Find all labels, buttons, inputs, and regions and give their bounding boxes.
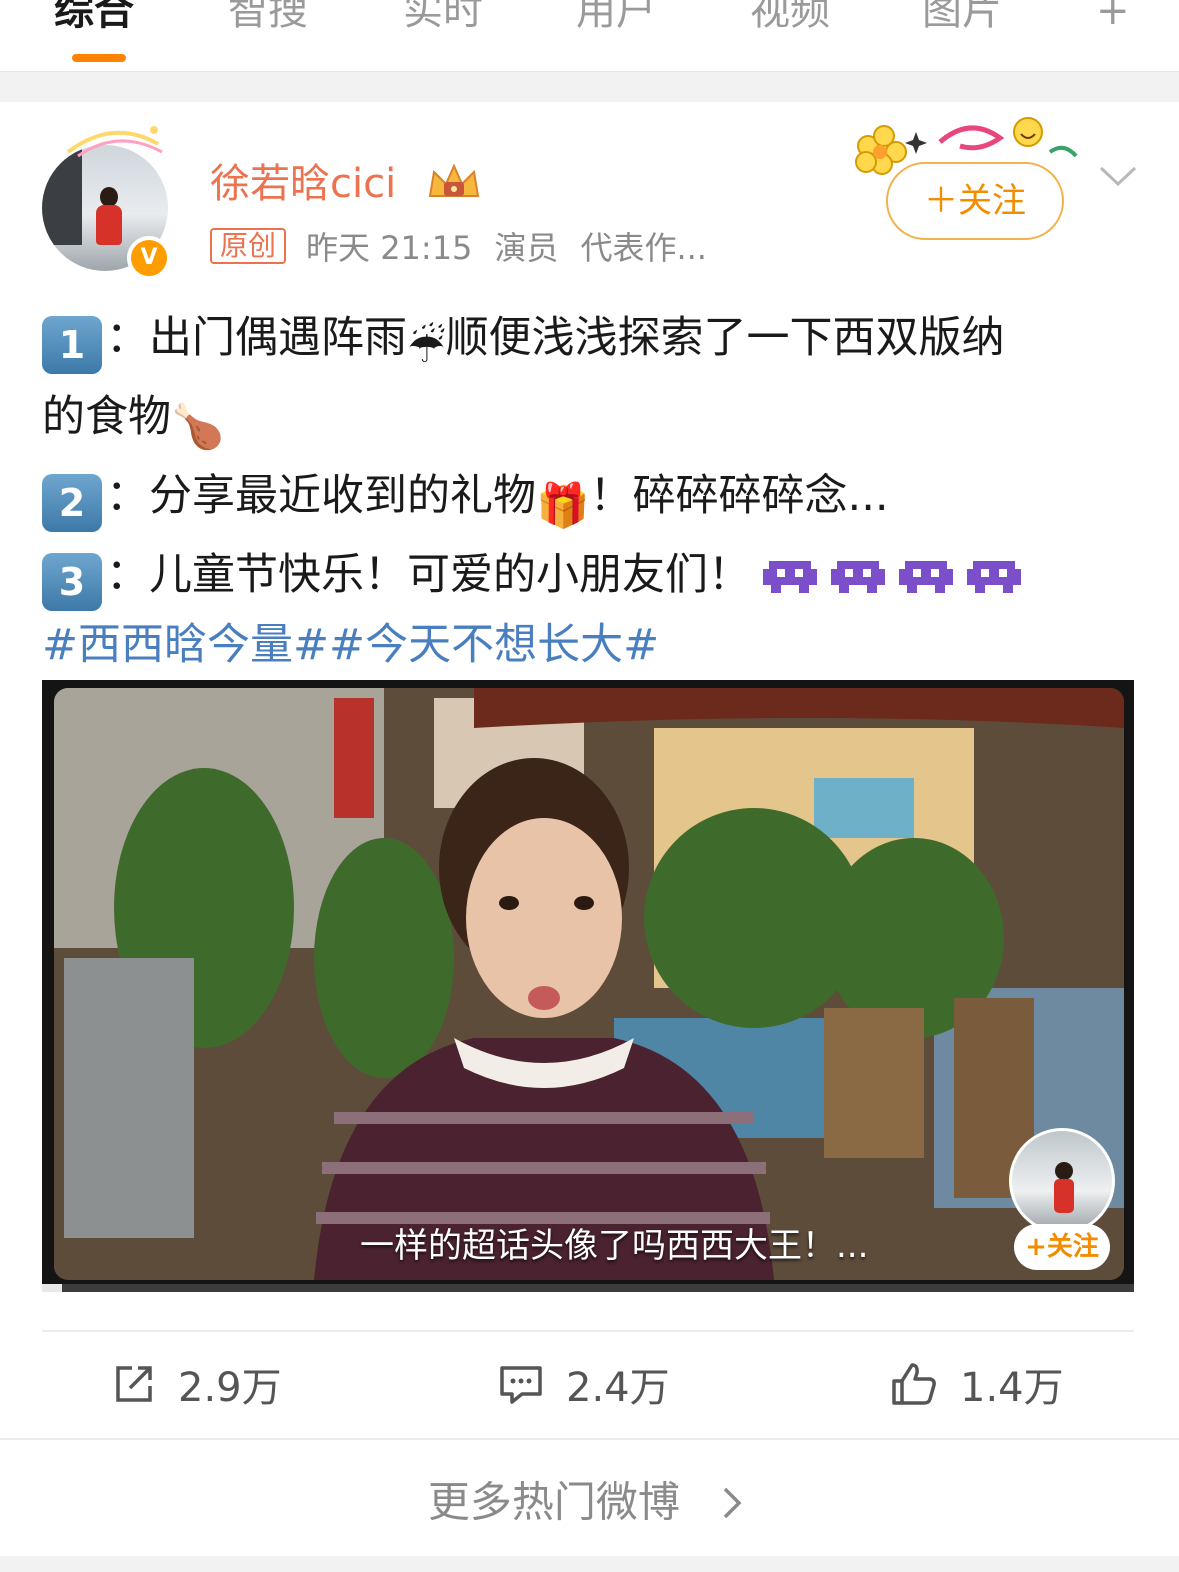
follow-button[interactable]: ＋关注 — [886, 162, 1064, 240]
post-line-3-text: ：儿童节快乐！可爱的小朋友们！ — [106, 550, 751, 600]
video-frame[interactable]: 一样的超话头像了吗西西大王！... +关注 — [54, 688, 1124, 1280]
alien-monster-icon — [763, 561, 817, 593]
post-line-1: 1 ：出门偶遇阵雨☔顺便浅浅探索了一下西双版纳 — [42, 304, 1142, 383]
tab-bar: 综合 智搜 实时 用户 视频 图片 + — [0, 0, 1179, 72]
post-line-2-text: ：分享最近收到的礼物 — [106, 471, 536, 521]
tab-realtime[interactable]: 实时 — [403, 0, 483, 36]
section-separator — [0, 1556, 1179, 1572]
repost-button[interactable]: 2.9万 — [112, 1356, 282, 1412]
post-text: 1 ：出门偶遇阵雨☔顺便浅浅探索了一下西双版纳 的食物🍗 2 ：分享最近收到的礼物🎁… — [42, 304, 1142, 680]
like-count: 1.4万 — [960, 1365, 1064, 1411]
hashtags[interactable]: #西西晗今量##今天不想长大# — [42, 611, 1142, 680]
video-progress-bar[interactable] — [42, 1284, 1134, 1292]
avatar-frame-decoration-icon — [66, 126, 163, 158]
section-separator — [0, 72, 1179, 102]
tab-comprehensive[interactable]: 综合 — [54, 0, 134, 36]
active-tab-indicator — [72, 54, 126, 62]
repost-icon — [116, 1366, 152, 1402]
like-button[interactable]: 1.4万 — [890, 1356, 1064, 1412]
tab-video[interactable]: 视频 — [750, 0, 830, 36]
post-line-2: 2 ：分享最近收到的礼物🎁！碎碎碎碎念... — [42, 462, 1142, 541]
alien-monster-icon — [831, 561, 885, 593]
tab-users[interactable]: 用户 — [576, 0, 656, 36]
post-role: 演员 — [494, 229, 559, 267]
thumbs-up-icon — [892, 1363, 936, 1405]
video-progress-fill — [42, 1284, 62, 1292]
keycap-1-icon: 1 — [42, 316, 102, 374]
divider — [0, 1438, 1179, 1440]
video-player[interactable]: 一样的超话头像了吗西西大王！... +关注 — [42, 680, 1134, 1292]
keycap-3-icon: 3 — [42, 553, 102, 611]
post-line-2-text-b: ！碎碎碎碎念... — [589, 471, 889, 521]
post-line-3: 3 ：儿童节快乐！可爱的小朋友们！ — [42, 541, 1142, 611]
video-subtitle: 一样的超话头像了吗西西大王！... — [360, 1226, 869, 1266]
gift-icon: 🎁 — [536, 481, 590, 531]
more-hot-posts-label: 更多热门微博 — [427, 1477, 680, 1527]
comment-button[interactable]: 2.4万 — [498, 1356, 670, 1412]
post-line-1-text: ：出门偶遇阵雨 — [106, 313, 407, 363]
post-time: 昨天 21:15 — [306, 229, 473, 267]
tab-images[interactable]: 图片 — [922, 0, 1002, 36]
umbrella-rain-icon: ☔ — [407, 323, 446, 373]
comment-icon — [500, 1366, 542, 1404]
keycap-2-icon: 2 — [42, 474, 102, 532]
video-author-avatar[interactable] — [1009, 1128, 1115, 1234]
verified-badge-icon: V — [127, 236, 171, 280]
post-line-1b: 的食物🍗 — [42, 383, 1142, 462]
comment-count: 2.4万 — [566, 1365, 670, 1411]
post-line-1-text-b: 顺便浅浅探索了一下西双版纳 — [445, 313, 1005, 363]
repost-count: 2.9万 — [178, 1365, 282, 1411]
post-line-1b-text: 的食物 — [42, 392, 171, 442]
post-works: 代表作... — [580, 229, 707, 267]
username[interactable]: 徐若晗cici — [210, 160, 396, 208]
chevron-right-icon — [723, 1487, 742, 1518]
alien-monster-icon — [967, 561, 1021, 593]
original-tag: 原创 — [210, 228, 287, 264]
tab-smart-search[interactable]: 智搜 — [228, 0, 308, 36]
chevron-down-icon[interactable] — [1098, 160, 1138, 190]
more-hot-posts-link[interactable]: 更多热门微博 — [0, 1472, 1179, 1531]
tab-more[interactable]: + — [1096, 0, 1130, 36]
video-scene-image — [54, 688, 1124, 1280]
divider — [42, 1330, 1134, 1332]
post-meta: 原创 昨天 21:15 演员 代表作... — [210, 226, 729, 267]
alien-monster-icon — [899, 561, 953, 593]
drumstick-icon: 🍗 — [171, 402, 225, 452]
crown-icon — [428, 163, 480, 197]
video-follow-button[interactable]: +关注 — [1014, 1224, 1110, 1270]
